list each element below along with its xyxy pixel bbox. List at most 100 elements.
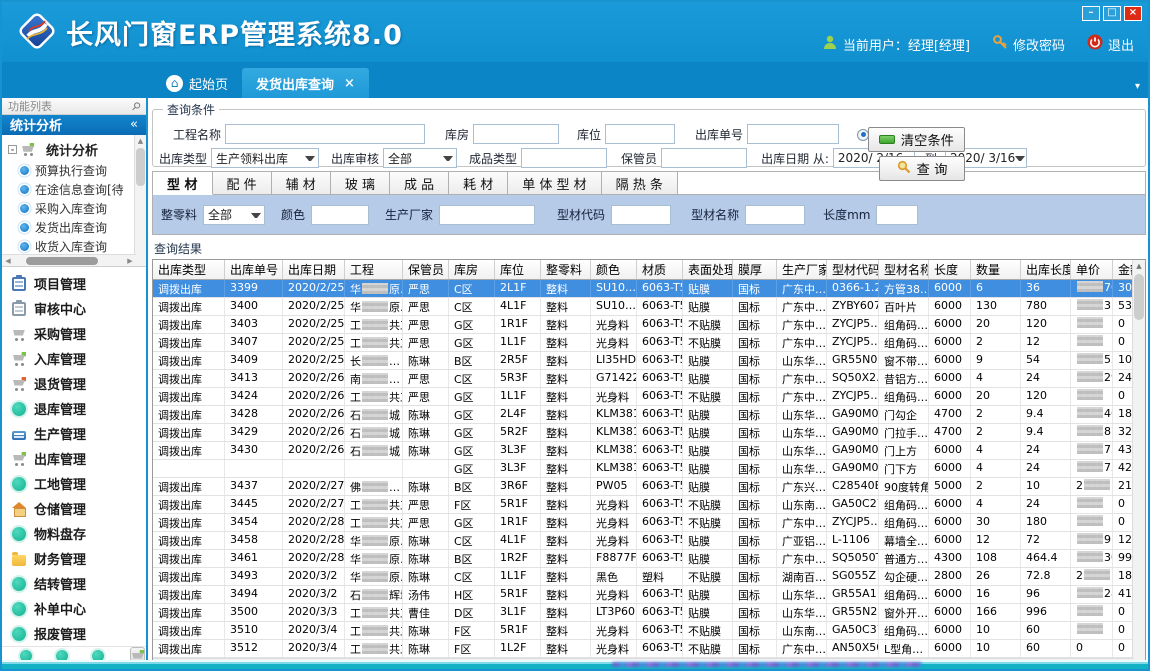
material-tab-7[interactable]: 隔 热 条 <box>602 172 678 194</box>
logout-link[interactable]: 退出 <box>1087 34 1134 54</box>
stats-section-header[interactable]: 统计分析 « <box>2 115 146 135</box>
table-row[interactable]: 调拨出库34452020/2/27工共工程严思F区5R1F整料光身料6063-T… <box>153 496 1134 514</box>
tab-home[interactable]: ⌂ 起始页 <box>152 68 242 98</box>
order-no-input[interactable] <box>747 124 839 144</box>
tab-overflow-icon[interactable]: ▾ <box>1135 81 1140 92</box>
sidebar-item-11[interactable]: 财务管理 <box>2 546 146 571</box>
close-button[interactable]: × <box>1124 6 1142 21</box>
search-button[interactable]: 查 询 <box>879 156 965 181</box>
scroll-up-icon[interactable]: ▲ <box>1133 260 1145 273</box>
tree-horizontal-scrollbar[interactable]: ◀ ▶ <box>2 254 136 266</box>
table-row[interactable]: 调拨出库34132020/2/26南…严思C区5R3F整料G714226063-… <box>153 370 1134 388</box>
cell: 组角码… <box>879 334 929 351</box>
sidebar-item-0[interactable]: 项目管理 <box>2 271 146 296</box>
table-row[interactable]: 调拨出库34002020/2/25华原…严思C区4L1F整料SU10…6063-… <box>153 298 1134 316</box>
table-row[interactable]: 调拨出库35102020/3/4工共工程陈琳F区5R1F整料光身料6063-T5… <box>153 622 1134 640</box>
sidebar-item-2[interactable]: 采购管理 <box>2 321 146 346</box>
collapse-icon[interactable]: « <box>130 117 138 132</box>
tab-active-shipment-query[interactable]: 发货出库查询 × <box>242 68 369 98</box>
tree-item-3[interactable]: 发货出库查询 <box>20 218 146 237</box>
table-row[interactable]: 调拨出库34582020/2/28华原…陈琳C区4L1F整料光身料6063-T5… <box>153 532 1134 550</box>
table-clip: 出库类型出库单号出库日期工程保管员库房库位整零料颜色材质表面处理膜厚生产厂家型材… <box>153 260 1134 658</box>
tree-item-2[interactable]: 采购入库查询 <box>20 199 146 218</box>
table-row[interactable]: 调拨出库34932020/3/2华原…陈琳C区1L1F整料黑色塑料不贴膜国标湖南… <box>153 568 1134 586</box>
sidebar-item-13[interactable]: 补单中心 <box>2 596 146 621</box>
table-row[interactable]: 调拨出库35002020/3/3工共工程曹佳D区3L1F整料LT3P606063… <box>153 604 1134 622</box>
keeper-input[interactable] <box>661 148 747 168</box>
tree-expander-icon[interactable]: - <box>8 145 17 154</box>
sidebar-item-5[interactable]: 退库管理 <box>2 396 146 421</box>
table-row[interactable]: 调拨出库34372020/2/27佛…陈琳B区3R6F整料PW056063-T5… <box>153 478 1134 496</box>
cell: SG055Z <box>827 568 879 585</box>
tree-item-4[interactable]: 收货入库查询 <box>20 237 146 256</box>
profile-code-input[interactable] <box>611 205 671 225</box>
cell: ZYCJP5… <box>827 334 879 351</box>
scroll-right-icon[interactable]: ▶ <box>124 257 136 265</box>
clear-conditions-button[interactable]: 清空条件 <box>868 127 965 152</box>
scroll-up-icon[interactable]: ▲ <box>135 135 146 147</box>
censored-blur <box>362 409 388 420</box>
material-tab-5[interactable]: 耗 材 <box>449 172 508 194</box>
table-row[interactable]: 调拨出库34032020/2/25工共工程严思G区1R1F整料光身料6063-T… <box>153 316 1134 334</box>
sidebar-item-8[interactable]: 工地管理 <box>2 471 146 496</box>
sidebar-item-7[interactable]: 出库管理 <box>2 446 146 471</box>
location-input[interactable] <box>605 124 675 144</box>
minimize-button[interactable]: – <box>1082 6 1100 21</box>
tree-item-1[interactable]: 在途信息查询[待 <box>20 180 146 199</box>
material-tab-4[interactable]: 成 品 <box>390 172 449 194</box>
table-row[interactable]: 调拨出库34942020/3/2石辉城汤伟H区5R1F整料光身料6063-T5贴… <box>153 586 1134 604</box>
material-tab-3[interactable]: 玻 璃 <box>331 172 390 194</box>
warehouse-input[interactable] <box>473 124 559 144</box>
table-row[interactable]: 调拨出库34612020/2/28华原…陈琳B区1R2F整料F8877FT606… <box>153 550 1134 568</box>
table-row[interactable]: 调拨出库34542020/2/28工共工程严思G区1R1F整料光身料6063-T… <box>153 514 1134 532</box>
scroll-left-icon[interactable]: ◀ <box>2 257 14 265</box>
table-vertical-scrollbar[interactable]: ▲ ▼ <box>1132 260 1145 671</box>
project-name-input[interactable] <box>225 124 425 144</box>
cell: 整料 <box>541 550 591 567</box>
censored-blur <box>1077 371 1103 382</box>
change-password-link[interactable]: 修改密码 <box>992 34 1065 54</box>
tree-vertical-scrollbar[interactable]: ▲ ▼ <box>134 135 146 267</box>
cell: 2 <box>1071 568 1113 585</box>
profile-name-input[interactable] <box>745 205 805 225</box>
tree-item-0[interactable]: 预算执行查询 <box>20 161 146 180</box>
sidebar-item-9[interactable]: 仓储管理 <box>2 496 146 521</box>
sidebar-item-14[interactable]: 报废管理 <box>2 621 146 646</box>
cell: 2020/2/25 <box>283 298 345 315</box>
table-row[interactable]: G区3L3F整料KLM38176063-T5贴膜国标山东华…GA90M09.门下… <box>153 460 1134 478</box>
sidebar-item-3[interactable]: 入库管理 <box>2 346 146 371</box>
column-header: 型材代码 <box>827 260 879 279</box>
tree-root-node[interactable]: - 统计分析 <box>2 135 146 161</box>
table-row[interactable]: 调拨出库35122020/3/4工共工程陈琳F区1L2F整料光身料6063-T5… <box>153 640 1134 658</box>
table-row[interactable]: 调拨出库34072020/2/25工共工程严思G区1L1F整料光身料6063-T… <box>153 334 1134 352</box>
scroll-thumb[interactable] <box>26 257 98 265</box>
scroll-thumb[interactable] <box>1134 274 1144 320</box>
material-tab-1[interactable]: 配 件 <box>213 172 272 194</box>
product-type-input[interactable] <box>521 148 607 168</box>
table-row[interactable]: 调拨出库34292020/2/26石城陈琳G区5R2F整料KLM38176063… <box>153 424 1134 442</box>
whole-part-select[interactable]: 全部 <box>203 205 265 225</box>
table-row[interactable]: 调拨出库33992020/2/25华原…严思C区2L1F整料SU10…6063-… <box>153 280 1134 298</box>
audit-select[interactable]: 全部 <box>383 148 457 168</box>
tab-close-icon[interactable]: × <box>344 76 355 91</box>
maximize-button[interactable]: □ <box>1103 6 1121 21</box>
color-input[interactable] <box>311 205 369 225</box>
sidebar-item-1[interactable]: 审核中心 <box>2 296 146 321</box>
pin-icon[interactable]: ⚲ <box>129 99 144 114</box>
material-tab-2[interactable]: 辅 材 <box>272 172 331 194</box>
sidebar-item-4[interactable]: 退货管理 <box>2 371 146 396</box>
material-tab-6[interactable]: 单 体 型 材 <box>508 172 601 194</box>
material-tab-0[interactable]: 型 材 <box>153 172 213 195</box>
cell: 2020/2/27 <box>283 496 345 513</box>
table-row[interactable]: 调拨出库34302020/2/26石城陈琳G区3L3F整料KLM38176063… <box>153 442 1134 460</box>
scroll-thumb[interactable] <box>136 148 145 186</box>
sidebar-item-10[interactable]: 物料盘存 <box>2 521 146 546</box>
sidebar-item-12[interactable]: 结转管理 <box>2 571 146 596</box>
table-row[interactable]: 调拨出库34092020/2/25长…陈琳B区2R5F整料LI35HD6063-… <box>153 352 1134 370</box>
factory-input[interactable] <box>439 205 535 225</box>
outbound-type-select[interactable]: 生产领料出库 <box>211 148 319 168</box>
table-row[interactable]: 调拨出库34282020/2/26石城陈琳G区2L4F整料KLM38176063… <box>153 406 1134 424</box>
length-input[interactable] <box>876 205 918 225</box>
sidebar-item-6[interactable]: 生产管理 <box>2 421 146 446</box>
table-row[interactable]: 调拨出库34242020/2/26工共工程严思G区1L1F整料光身料6063-T… <box>153 388 1134 406</box>
